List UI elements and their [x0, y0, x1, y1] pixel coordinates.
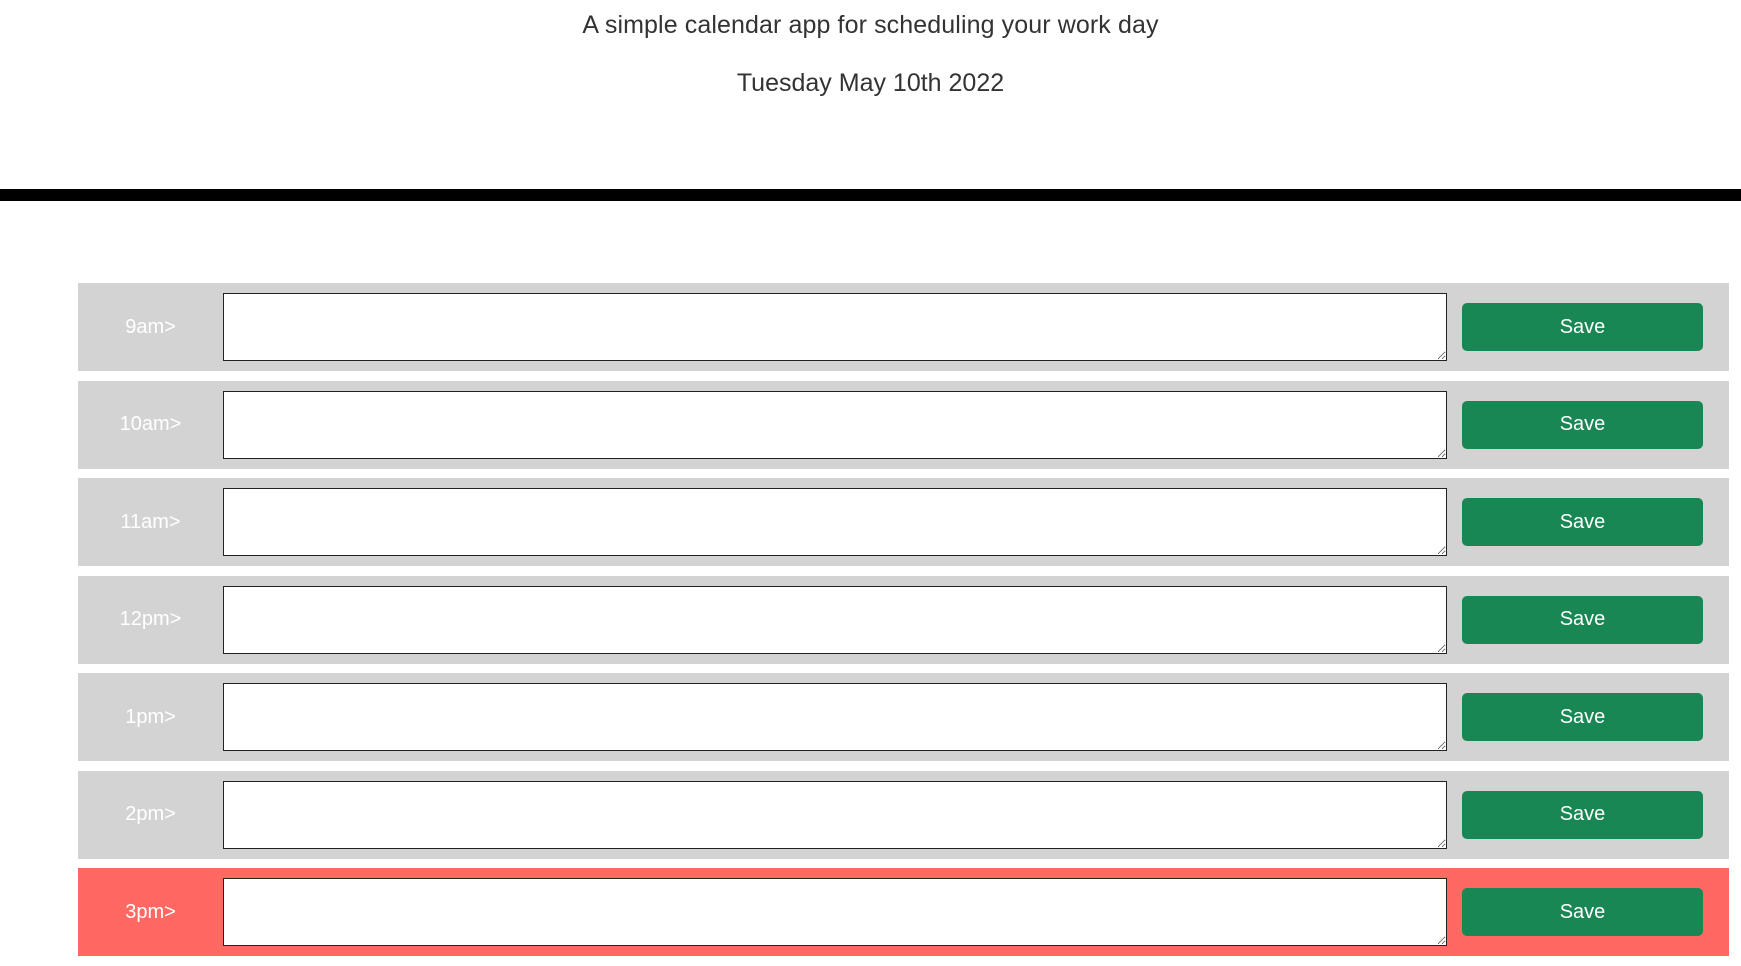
save-button[interactable]: Save — [1462, 595, 1703, 644]
save-button[interactable]: Save — [1462, 888, 1703, 936]
save-button[interactable]: Save — [1462, 498, 1703, 546]
save-button[interactable]: Save — [1462, 790, 1703, 839]
time-block-12pm: 12pm> Save — [78, 575, 1729, 664]
hour-label: 1pm> — [125, 705, 176, 728]
app-tagline: A simple calendar app for scheduling you… — [582, 11, 1159, 39]
hour-label: 11am> — [120, 510, 181, 533]
save-button[interactable]: Save — [1462, 400, 1703, 449]
time-block-2pm: 2pm> Save — [78, 770, 1729, 859]
hour-label: 10am> — [119, 413, 182, 435]
description-input[interactable] — [223, 683, 1447, 751]
description-input[interactable] — [223, 293, 1447, 361]
time-block-11am: 11am> Save — [78, 478, 1729, 566]
time-block-9am: 9am> Save — [78, 283, 1729, 371]
hour-label: 2pm> — [125, 803, 176, 825]
page-header: A simple calendar app for scheduling you… — [0, 0, 1741, 201]
save-button[interactable]: Save — [1462, 303, 1703, 351]
hour-label: 12pm> — [119, 608, 182, 630]
current-date: Tuesday May 10th 2022 — [736, 69, 1005, 97]
planner: 9am> Save 10am> Save 11am> Save 12pm> Sa… — [78, 283, 1729, 966]
description-input[interactable] — [223, 585, 1447, 654]
description-input[interactable] — [223, 488, 1447, 556]
description-input[interactable] — [223, 780, 1447, 849]
hour-label: 3pm> — [125, 900, 176, 923]
description-input[interactable] — [223, 390, 1447, 459]
hour-label: 9am> — [125, 315, 176, 338]
save-button[interactable]: Save — [1462, 693, 1703, 741]
time-block-1pm: 1pm> Save — [78, 673, 1729, 761]
time-block-10am: 10am> Save — [78, 380, 1729, 469]
description-input[interactable] — [223, 878, 1447, 946]
time-block-3pm: 3pm> Save — [78, 868, 1729, 956]
